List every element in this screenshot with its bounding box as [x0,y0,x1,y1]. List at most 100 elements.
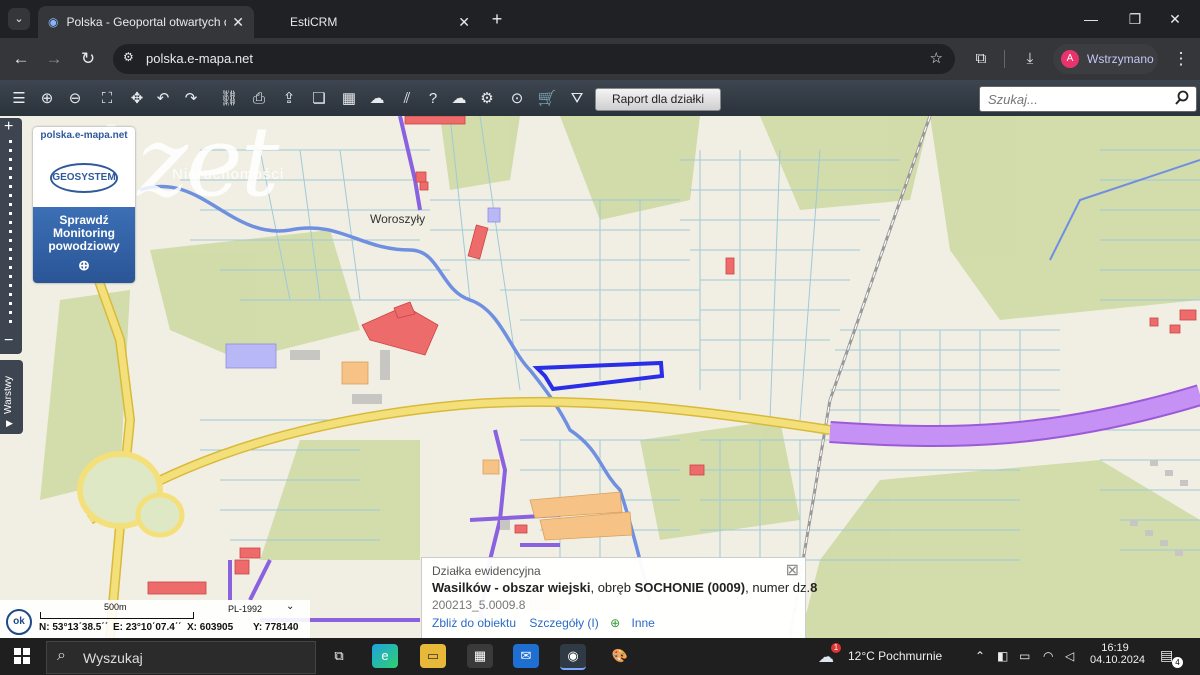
banner-site: polska.e-mapa.net [40,130,128,141]
cloud-upload-icon[interactable]: ☁ [448,88,470,110]
place-label: Woroszyły [370,212,426,226]
back-icon[interactable]: ← [8,46,34,72]
menu-icon[interactable]: ⋮ [1168,46,1194,72]
zoom-in-icon[interactable]: ⊕ [36,88,58,110]
road-icon[interactable]: ⛛ [566,88,588,110]
parcel-obreb: SOCHONIE (0009) [634,580,746,595]
scale-bar [40,612,194,619]
zoom-out-icon[interactable]: ⊖ [64,88,86,110]
taskbar-search-label: Wyszukaj [83,650,143,666]
reload-icon[interactable]: ↻ [75,46,101,72]
globe-icon: ◉ [48,15,59,29]
zoom-out-button[interactable]: − [4,332,13,350]
zoom-levels[interactable] [9,140,12,328]
measure-icon[interactable]: ⊙ [506,88,528,110]
chevron-up-icon[interactable]: ⌃ [975,649,985,663]
zoom-slider[interactable]: + − [0,118,22,354]
address-bar[interactable]: ⚙ polska.e-mapa.net ☆ [113,44,955,74]
banner-line: powodziowy [48,239,120,253]
zoom-to-object-link[interactable]: Zbliż do obiektu [432,616,516,630]
edge-icon[interactable]: e [372,644,398,668]
longitude: E: 23°10΄07.4΄΄ [113,622,182,633]
layers-icon[interactable]: ☰ [8,88,30,110]
task-view-icon[interactable]: ⧉ [326,644,352,668]
new-tab-button[interactable]: + [486,8,508,30]
wifi-icon[interactable]: ◠ [1043,649,1053,663]
crs-select[interactable]: PL-1992 [228,604,262,614]
avatar: A [1061,50,1079,68]
taskbar-search[interactable]: ⌕ Wyszukaj [46,641,316,674]
close-window-icon[interactable]: ✕ [1152,6,1198,32]
parcel-description: Wasilków - obszar wiejski, obręb SOCHONI… [432,580,817,595]
weather-text[interactable]: 12°C Pochmurnie [848,649,942,663]
tab-geoportal[interactable]: ◉ Polska - Geoportal otwartych d ✕ [38,6,254,38]
popup-links: Zbliż do obiektu Szczegóły (I) ⊕ Inne [432,616,655,630]
link-icon[interactable]: ⛓ [218,88,240,110]
export-icon[interactable]: ⇪ [278,88,300,110]
details-link[interactable]: Szczegóły (I) [529,616,598,630]
copy-icon[interactable]: ❏ [308,88,330,110]
chevron-down-icon[interactable]: ⌄ [286,601,294,612]
search-input[interactable] [980,87,1170,111]
print-icon[interactable]: ⎙ [248,88,270,110]
search-icon[interactable] [1174,90,1190,111]
volume-icon[interactable]: ◁ [1065,649,1074,663]
paint-icon[interactable]: 🎨 [607,644,633,668]
cart-icon[interactable]: 🛒 [536,88,558,110]
site-info-icon[interactable]: ⚙ [123,50,134,64]
zoom-extent-icon[interactable]: ⛶ [96,88,118,110]
time: 16:19 [1101,642,1129,654]
store-icon[interactable]: ▦ [467,644,493,668]
close-popup-icon[interactable]: ⊠ [786,560,799,580]
windows-start-icon[interactable] [14,648,30,669]
layers-panel-toggle[interactable]: Warstwy ▶ [0,360,23,434]
file-explorer-icon[interactable]: ▭ [420,644,446,668]
camera-icon[interactable]: ◧ [997,649,1008,663]
other-link[interactable]: Inne [632,616,655,630]
extensions-icon[interactable]: ⧉ [968,46,994,72]
battery-icon[interactable]: ▭ [1019,649,1030,663]
clock[interactable]: 16:19 04.10.2024 [1090,642,1145,666]
parcel-place: Wasilków - obszar wiejski [432,580,591,595]
browser-toolbar: ← → ↻ ⚙ polska.e-mapa.net ☆ ⧉ ⤓ A Wstrzy… [0,38,1200,80]
watermark-subtitle: Nieruchomości [172,166,285,183]
mail-icon[interactable]: ✉ [513,644,539,668]
ok-button[interactable]: ok [6,609,32,635]
tab-esticrm[interactable]: EstiCRM ✕ [280,6,480,38]
minimize-icon[interactable]: — [1068,6,1114,32]
profile-button[interactable]: A Wstrzymano [1053,44,1158,74]
plus-circle-icon[interactable]: ⊕ [610,616,620,630]
map-search[interactable] [979,86,1197,112]
forward-icon[interactable]: → [41,46,67,72]
zoom-in-button[interactable]: + [4,118,13,136]
parcel-number: 8 [810,580,818,595]
geosystem-logo: GEOSYSTEM [50,163,118,193]
close-tab-icon[interactable]: ✕ [232,14,244,31]
search-icon: ⌕ [57,647,66,664]
download-icon[interactable]: ⤓ [1017,46,1043,72]
bookmark-star-icon[interactable]: ☆ [930,49,943,67]
settings-icon[interactable]: ⚙ [476,88,498,110]
windows-taskbar: ⌕ Wyszukaj ⧉ e ▭ ▦ ✉ ◉ 🎨 ☁ 1 12°C Pochmu… [0,638,1200,675]
latitude: N: 53°13΄38.5΄΄ [39,622,109,633]
close-tab-icon[interactable]: ✕ [458,14,470,31]
next-view-icon[interactable]: ↷ [180,88,202,110]
report-button[interactable]: Raport dla działki [595,88,721,111]
flood-monitoring-banner[interactable]: polska.e-mapa.net GEOSYSTEM Sprawdź Moni… [33,127,135,283]
hatch-icon[interactable]: ⫽ [396,88,418,110]
url-text: polska.e-mapa.net [146,51,253,66]
previous-view-icon[interactable]: ↶ [152,88,174,110]
speech-bubble-icon[interactable]: ☁ [366,88,388,110]
parcel-text: , obręb [590,580,635,595]
banner-cta[interactable]: Sprawdź Monitoring powodziowy ⊕ [33,207,135,283]
map-toolbar: ☰ ⊕ ⊖ ⛶ ✥ ↶ ↷ ⛓ ⎙ ⇪ ❏ ▦ ☁ ⫽ ? ☁ ⚙ ⊙ 🛒 ⛛ … [0,80,1200,116]
pan-icon[interactable]: ✥ [126,88,148,110]
status-panel: ok 500m PL-1992 ⌄ N: 53°13΄38.5΄΄ E: 23°… [0,600,310,638]
chrome-icon[interactable]: ◉ [560,644,586,670]
notification-count: 4 [1172,657,1183,668]
tab-search-icon[interactable]: ⌄ [8,8,30,30]
popup-header: Działka ewidencyjna [432,564,541,578]
weather-badge: 1 [831,643,841,653]
window-layout-icon[interactable]: ▦ [338,88,360,110]
help-icon[interactable]: ? [422,88,444,110]
